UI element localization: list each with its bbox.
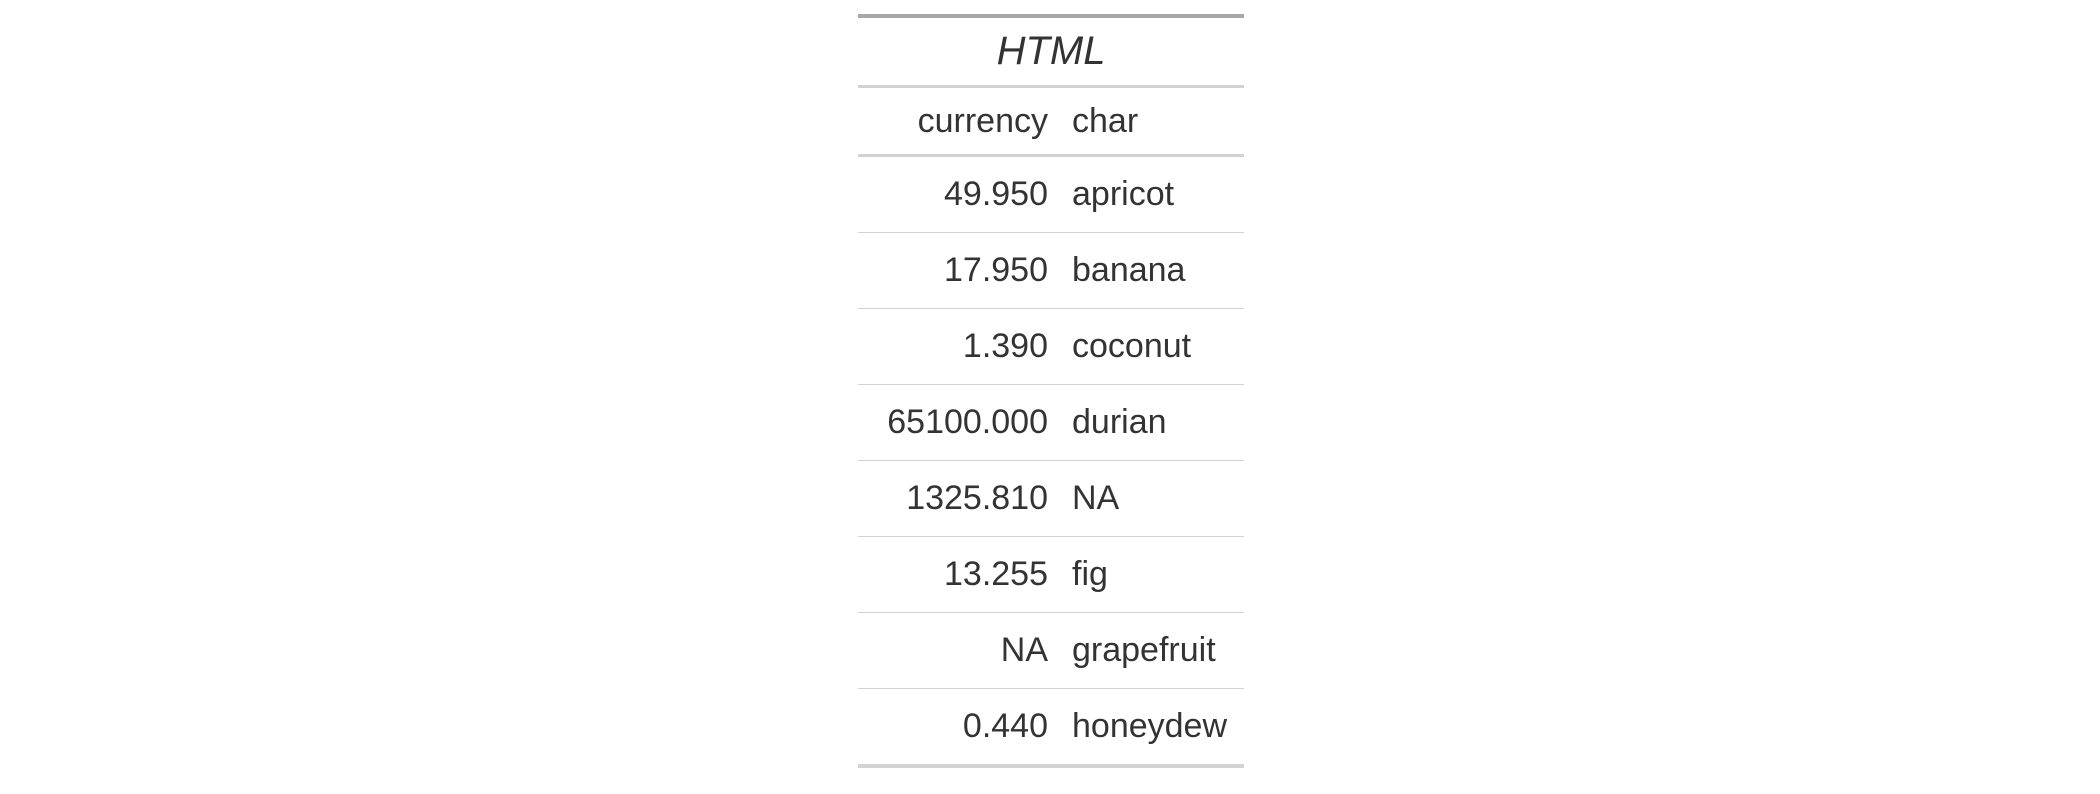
cell-currency: 17.950 — [858, 232, 1060, 309]
cell-currency: 49.950 — [944, 175, 1048, 213]
cell-char: durian — [1060, 384, 1245, 461]
table-row: 1.390 coconut — [858, 308, 1245, 385]
table-row: 17.950 banana — [858, 232, 1245, 309]
cell-currency: 1325.810 — [858, 460, 1060, 537]
table-row: 1325.810 NA — [858, 460, 1245, 537]
cell-char: NA — [1060, 460, 1245, 537]
cell-currency: 1.390 — [858, 308, 1060, 385]
cell-char: honeydew — [1060, 688, 1245, 766]
table-row: NA grapefruit — [858, 612, 1245, 689]
table-title-row: HTML — [858, 16, 1245, 88]
table-row: 13.255 fig — [858, 536, 1245, 613]
table-row: 65100.000 durian — [858, 384, 1245, 461]
table-row: 49.950 apricot — [858, 156, 1244, 233]
data-table: HTML currency char 49.950 apricot 17.950… — [858, 14, 1245, 768]
table-row: 0.440 honeydew — [858, 688, 1245, 766]
table-title: HTML — [858, 16, 1245, 88]
column-header-char: char — [1060, 86, 1245, 157]
cell-char: fig — [1060, 536, 1245, 613]
cell-currency: NA — [858, 612, 1060, 689]
cell-currency: 65100.000 — [858, 384, 1060, 461]
cell-char: banana — [1060, 232, 1245, 309]
column-header-currency: currency — [858, 86, 1060, 157]
cell-char: apricot — [1072, 175, 1175, 213]
column-header-row: currency char — [858, 86, 1245, 157]
cell-char: coconut — [1060, 308, 1245, 385]
cell-char: grapefruit — [1060, 612, 1245, 689]
cell-currency: 0.440 — [858, 688, 1060, 766]
cell-currency: 13.255 — [858, 536, 1060, 613]
